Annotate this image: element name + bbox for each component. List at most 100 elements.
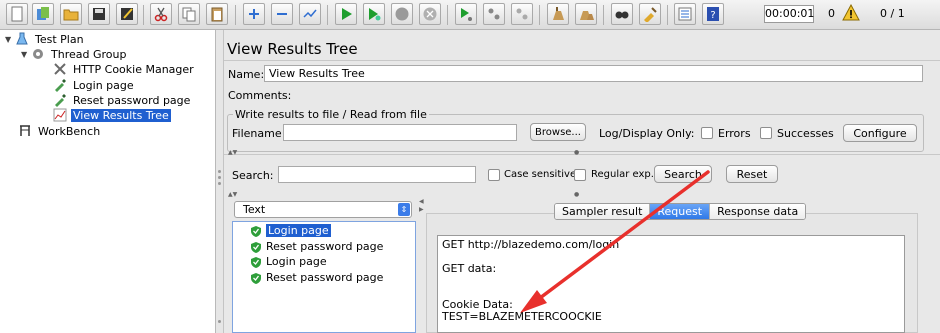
detail-tabs: Sampler result Request Response data bbox=[554, 203, 807, 220]
comments-label: Comments: bbox=[228, 89, 292, 102]
result-item-label: Reset password page bbox=[266, 240, 384, 253]
collapse-icon[interactable] bbox=[271, 3, 293, 25]
open-icon[interactable] bbox=[60, 3, 82, 25]
shutdown-icon[interactable] bbox=[419, 3, 441, 25]
name-input[interactable]: View Results Tree bbox=[264, 65, 923, 82]
case-sensitive-checkbox[interactable] bbox=[488, 169, 500, 181]
toggle-icon[interactable] bbox=[299, 3, 321, 25]
pipette-icon bbox=[53, 93, 67, 107]
request-line: GET http://blazedemo.com/login bbox=[442, 238, 620, 251]
browse-button[interactable]: Browse... bbox=[530, 123, 586, 141]
test-plan-icon bbox=[15, 32, 29, 46]
request-line bbox=[442, 251, 900, 263]
pipette-icon bbox=[53, 78, 67, 92]
test-plan-tree: ▼ Test Plan ▼ Thread Group HTTP Cookie M… bbox=[0, 30, 216, 333]
gear-icon bbox=[31, 47, 45, 61]
search-input[interactable] bbox=[278, 166, 476, 183]
log-display-label: Log/Display Only: bbox=[599, 127, 695, 140]
warning-icon[interactable] bbox=[842, 3, 860, 25]
reset-search-icon[interactable] bbox=[639, 3, 661, 25]
tree-node-test-plan[interactable]: ▼ Test Plan bbox=[5, 31, 86, 47]
tree-node-label: Reset password page bbox=[73, 93, 191, 107]
search-label: Search: bbox=[232, 169, 274, 182]
clear-icon[interactable] bbox=[547, 3, 569, 25]
configure-button[interactable]: Configure bbox=[843, 124, 917, 142]
cut-icon[interactable] bbox=[150, 3, 172, 25]
tab-response-data[interactable]: Response data bbox=[710, 204, 806, 219]
result-item[interactable]: Login page bbox=[250, 254, 327, 269]
errors-checkbox[interactable] bbox=[701, 127, 713, 139]
regex-label: Regular exp. bbox=[591, 169, 654, 180]
chart-icon bbox=[53, 108, 67, 122]
remote-stop-icon[interactable] bbox=[483, 3, 505, 25]
chevron-down-icon: ⇕ bbox=[398, 203, 410, 216]
save-icon[interactable] bbox=[88, 3, 110, 25]
tree-node-label: HTTP Cookie Manager bbox=[73, 62, 194, 76]
collapse-arrows-icon[interactable]: ▲▼ bbox=[228, 149, 237, 156]
tree-node-view-results-tree[interactable]: View Results Tree bbox=[43, 107, 171, 123]
renderer-select[interactable]: Text ⇕ bbox=[234, 201, 412, 218]
errors-label: Errors bbox=[718, 127, 751, 140]
remote-start-icon[interactable] bbox=[455, 3, 477, 25]
elapsed-timer: 00:00:01 bbox=[764, 5, 814, 23]
results-list: Login page Reset password page Login pag… bbox=[232, 221, 416, 333]
result-item[interactable]: Reset password page bbox=[250, 270, 383, 285]
start-icon[interactable] bbox=[335, 3, 357, 25]
tree-node-label: View Results Tree bbox=[71, 108, 171, 122]
request-line: TEST=BLAZEMETERCOOCKIE bbox=[442, 310, 602, 323]
regex-checkbox[interactable] bbox=[574, 169, 586, 181]
new-icon[interactable] bbox=[6, 3, 28, 25]
svg-text:?: ? bbox=[710, 10, 715, 21]
expand-triangle-icon[interactable]: ▼ bbox=[21, 50, 31, 59]
result-item-label: Login page bbox=[266, 255, 327, 268]
reset-button[interactable]: Reset bbox=[726, 165, 778, 183]
success-shield-icon bbox=[251, 225, 261, 237]
templates-icon[interactable] bbox=[32, 3, 54, 25]
tree-node-label: WorkBench bbox=[38, 124, 101, 138]
success-shield-icon bbox=[251, 272, 261, 284]
page-title: View Results Tree bbox=[227, 40, 358, 58]
tree-node-workbench[interactable]: WorkBench bbox=[8, 123, 102, 139]
successes-checkbox[interactable] bbox=[760, 127, 772, 139]
expand-icon[interactable] bbox=[243, 3, 265, 25]
tree-splitter[interactable] bbox=[216, 30, 224, 333]
filename-input[interactable] bbox=[283, 124, 517, 141]
help-icon[interactable]: ? bbox=[702, 3, 724, 25]
success-shield-icon bbox=[251, 241, 261, 253]
tree-node-label: Thread Group bbox=[51, 47, 127, 61]
clear-all-icon[interactable] bbox=[575, 3, 597, 25]
result-item[interactable]: Login page bbox=[250, 223, 331, 238]
stop-icon[interactable] bbox=[391, 3, 413, 25]
view-results-tree-panel: View Results Tree Name: View Results Tre… bbox=[224, 30, 940, 333]
expand-triangle-icon[interactable]: ▼ bbox=[5, 35, 15, 44]
search-button[interactable]: Search bbox=[654, 165, 712, 183]
tree-node-label: Login page bbox=[73, 78, 134, 92]
paste-icon[interactable] bbox=[206, 3, 228, 25]
successes-label: Successes bbox=[777, 127, 834, 140]
copy-icon[interactable] bbox=[178, 3, 200, 25]
save-as-icon[interactable] bbox=[116, 3, 138, 25]
tree-node-cookie-manager[interactable]: HTTP Cookie Manager bbox=[43, 61, 196, 77]
tree-node-thread-group[interactable]: ▼ Thread Group bbox=[21, 46, 128, 62]
start-no-pause-icon[interactable] bbox=[363, 3, 385, 25]
function-helper-icon[interactable] bbox=[674, 3, 696, 25]
success-shield-icon bbox=[251, 256, 261, 268]
workbench-icon bbox=[18, 124, 32, 138]
tree-node-login-page[interactable]: Login page bbox=[43, 77, 136, 93]
tab-request[interactable]: Request bbox=[650, 204, 711, 219]
active-threads: 0 / 1 bbox=[880, 7, 905, 20]
case-sensitive-label: Case sensitive bbox=[504, 169, 577, 180]
request-line: GET data: bbox=[442, 262, 497, 275]
error-count: 0 bbox=[828, 7, 835, 20]
search-icon[interactable] bbox=[611, 3, 633, 25]
tree-node-reset-password-page[interactable]: Reset password page bbox=[43, 92, 192, 108]
tools-icon bbox=[53, 62, 67, 76]
request-line bbox=[442, 275, 900, 287]
result-item[interactable]: Reset password page bbox=[250, 239, 383, 254]
remote-shutdown-icon[interactable] bbox=[511, 3, 533, 25]
request-text[interactable]: GET http://blazedemo.com/login GET data:… bbox=[437, 235, 905, 333]
result-item-label: Login page bbox=[266, 224, 331, 237]
tab-sampler-result[interactable]: Sampler result bbox=[555, 204, 651, 219]
toolbar: ? 00:00:01 0 0 / 1 bbox=[0, 0, 940, 30]
filename-label: Filename bbox=[232, 127, 282, 140]
